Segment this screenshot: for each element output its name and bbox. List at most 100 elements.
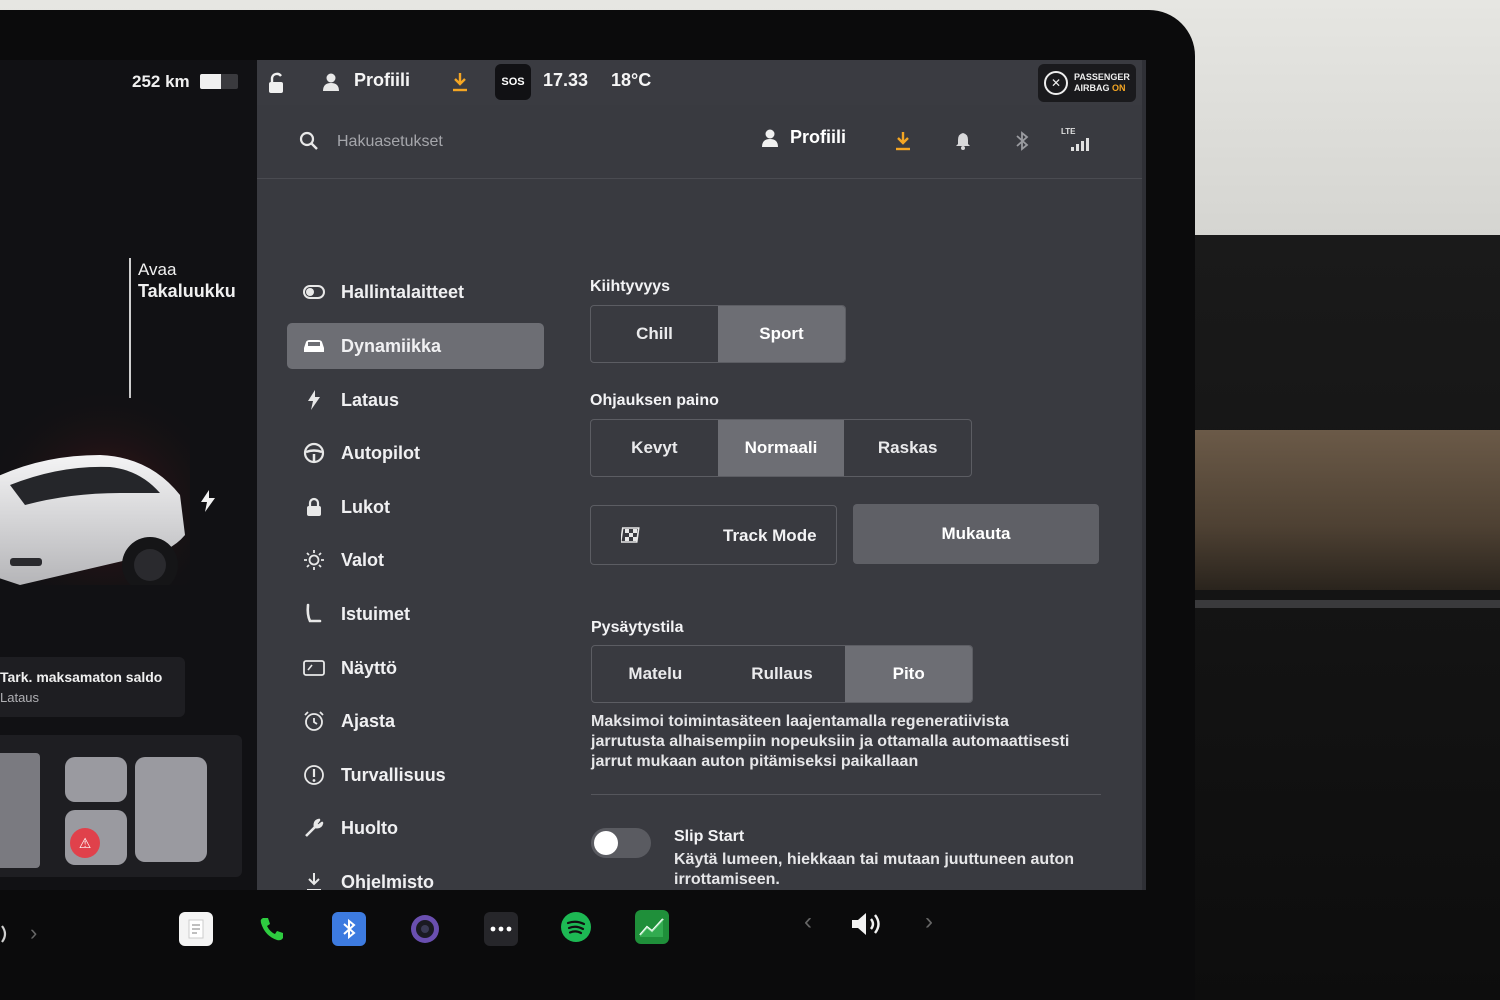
nav-item-dynamiikka[interactable]: Dynamiikka — [287, 323, 544, 369]
trunk-label[interactable]: Takaluukku — [138, 281, 236, 302]
display-icon — [287, 659, 341, 677]
airbag-line1: PASSENGER — [1074, 72, 1130, 82]
nav-item-turvallisuus[interactable]: Turvallisuus — [287, 752, 544, 798]
sos-button[interactable]: SOS — [495, 64, 531, 100]
stopping-mode-selector: Matelu Rullaus Pito — [591, 645, 973, 703]
topbar-profile-label: Profiili — [790, 127, 847, 147]
acceleration-selector: Chill Sport — [590, 305, 846, 363]
more-apps-icon[interactable] — [484, 912, 518, 946]
bluetooth-icon[interactable] — [1010, 129, 1034, 153]
nav-item-valot[interactable]: Valot — [287, 537, 544, 583]
nav-item-näyttö[interactable]: Näyttö — [287, 645, 544, 691]
steering-option-raskas[interactable]: Raskas — [844, 420, 971, 476]
airbag-line2: AIRBAG — [1074, 83, 1110, 93]
acceleration-option-chill[interactable]: Chill — [591, 306, 718, 362]
slip-start-toggle[interactable] — [591, 828, 651, 858]
spotify-icon[interactable] — [559, 910, 593, 944]
lte-signal-icon: LTE — [1061, 127, 1095, 153]
app-dock: › ‹ › — [0, 890, 1190, 1000]
stopping-mode-option-matelu[interactable]: Matelu — [592, 646, 719, 702]
car-icon — [287, 338, 341, 354]
profile-icon[interactable] — [323, 73, 339, 91]
nav-item-label: Turvallisuus — [341, 764, 446, 785]
range-readout: 252 km — [132, 72, 190, 91]
charging-lightning-icon — [201, 490, 215, 512]
checkered-flag-icon — [621, 527, 640, 543]
stopping-mode-description: Maksimoi toimintasäteen laajentamalla re… — [591, 712, 1069, 772]
unpaid-balance-title: Tark. maksamaton saldo — [0, 669, 163, 685]
slip-start-description-line1: Käytä lumeen, hiekkaan tai mutaan juuttu… — [674, 851, 1075, 868]
dashboard — [1150, 235, 1500, 1000]
nav-item-huolto[interactable]: Huolto — [287, 805, 544, 851]
stopping-mode-option-pito[interactable]: Pito — [845, 646, 972, 702]
volume-up-chevron[interactable]: › — [925, 908, 933, 936]
nav-item-lukot[interactable]: Lukot — [287, 484, 544, 530]
settings-top-bar: Profiili LTE — [257, 105, 1142, 179]
info-circle-icon — [287, 764, 341, 786]
unlock-icon[interactable] — [267, 72, 287, 94]
dashboard-vent — [1195, 600, 1500, 608]
nav-item-label: Istuimet — [341, 603, 411, 624]
bell-icon[interactable] — [951, 129, 975, 153]
nav-item-autopilot[interactable]: Autopilot — [287, 430, 544, 476]
steering-title: Ohjauksen paino — [590, 392, 719, 409]
stopping-description-line3: jarrut mukaan auton pitämiseksi paikalla… — [591, 753, 919, 770]
airbag-icon: ✕ — [1044, 71, 1068, 95]
front-seat-back — [65, 757, 127, 802]
alarm-clock-icon — [287, 710, 341, 732]
stopping-description-line2: jarrutusta alhaisempiin nopeuksiin ja ot… — [591, 733, 1070, 750]
slip-start-description: Käytä lumeen, hiekkaan tai mutaan juuttu… — [674, 850, 1074, 890]
nav-item-lataus[interactable]: Lataus — [287, 377, 544, 423]
car-image[interactable] — [0, 385, 190, 585]
trunk-open-label[interactable]: Avaa — [138, 260, 176, 280]
dashboard-wood-trim — [1190, 430, 1500, 590]
track-mode-label: Track Mode — [723, 526, 817, 545]
steering-selector: Kevyt Normaali Raskas — [590, 419, 972, 477]
search-input[interactable] — [337, 129, 657, 155]
camera-icon[interactable] — [408, 912, 442, 946]
rear-seat — [135, 757, 207, 862]
nav-item-ajasta[interactable]: Ajasta — [287, 698, 544, 744]
stopping-mode-title: Pysäytystila — [591, 619, 684, 636]
customize-label: Mukauta — [941, 524, 1011, 543]
phone-icon[interactable] — [255, 912, 289, 946]
wrench-icon — [287, 817, 341, 839]
stopping-mode-option-rullaus[interactable]: Rullaus — [719, 646, 846, 702]
nav-item-label: Huolto — [341, 817, 398, 838]
topbar-profile-button[interactable]: Profiili — [762, 127, 846, 148]
battery-fill — [200, 74, 221, 89]
software-update-icon[interactable] — [451, 72, 469, 92]
track-mode-button[interactable]: Track Mode — [590, 505, 837, 565]
volume-icon[interactable] — [850, 910, 886, 938]
download-icon[interactable] — [891, 129, 915, 153]
nav-item-ohjelmisto[interactable]: Ohjelmisto — [287, 859, 544, 890]
search-icon — [299, 131, 318, 150]
settings-panel: Profiili LTE Hallintalait — [257, 105, 1142, 890]
seatbelt-warning-icon: ⚠ — [70, 828, 100, 858]
acceleration-option-sport[interactable]: Sport — [718, 306, 845, 362]
climate-partial-icon[interactable] — [0, 922, 14, 946]
lock-icon — [287, 497, 341, 517]
nav-item-istuimet[interactable]: Istuimet — [287, 591, 544, 637]
steering-wheel-icon — [287, 442, 341, 464]
lightning-icon — [287, 390, 341, 410]
customize-button[interactable]: Mukauta — [853, 504, 1099, 564]
acceleration-title: Kiihtyvyys — [590, 278, 671, 295]
car-panel: 252 km Avaa Takaluukku Tark. maksamaton … — [0, 60, 257, 890]
steering-option-normaali[interactable]: Normaali — [717, 420, 845, 476]
download-icon — [287, 872, 341, 890]
outside-temperature: 18°C — [611, 70, 652, 90]
volume-down-chevron[interactable]: ‹ — [804, 908, 812, 936]
nav-item-label: Ajasta — [341, 710, 396, 731]
clock: 17.33 — [543, 70, 589, 90]
bluetooth-app-icon[interactable] — [332, 912, 366, 946]
sos-label: SOS — [501, 76, 525, 88]
nav-item-hallintalaitteet[interactable]: Hallintalaitteet — [287, 269, 544, 315]
profile-label[interactable]: Profiili — [354, 70, 410, 91]
dock-left-arrow[interactable]: › — [30, 920, 37, 946]
stocks-icon[interactable] — [635, 910, 669, 944]
unpaid-balance-card[interactable]: Tark. maksamaton saldo Lataus — [0, 657, 185, 717]
toggle-knob — [594, 831, 618, 855]
notes-icon[interactable] — [179, 912, 213, 946]
steering-option-kevyt[interactable]: Kevyt — [591, 420, 718, 476]
